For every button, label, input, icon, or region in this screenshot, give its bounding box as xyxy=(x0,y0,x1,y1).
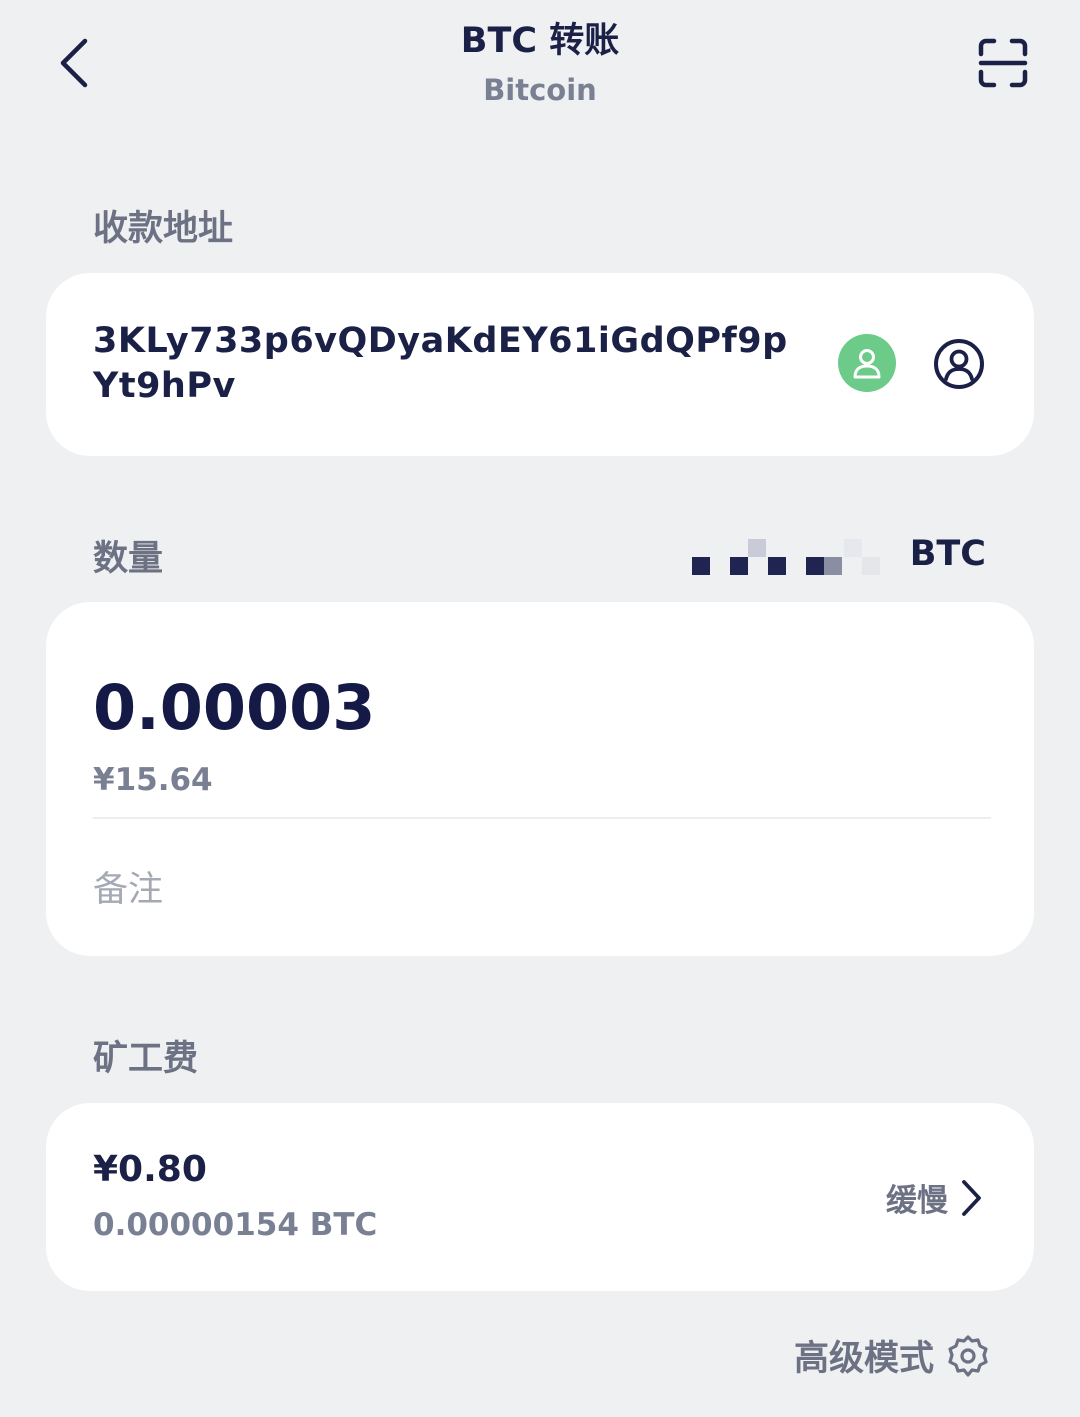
my-account-button[interactable] xyxy=(932,337,986,391)
redaction-pixel xyxy=(730,557,748,575)
fee-card[interactable]: ¥0.80 0.00000154 BTC 缓慢 xyxy=(46,1103,1034,1291)
title-group: BTC 转账 Bitcoin xyxy=(240,18,840,114)
redaction-pixel xyxy=(692,557,710,575)
amount-section-label: 数量 xyxy=(93,539,164,579)
redaction-pixel xyxy=(748,539,766,557)
balance-unit: BTC xyxy=(909,534,986,574)
redaction-pixel xyxy=(768,557,786,575)
scan-icon xyxy=(978,38,1028,88)
available-balance: BTC xyxy=(690,530,986,578)
amount-card: 0.00003 ¥15.64 xyxy=(46,602,1034,956)
page-subtitle: Bitcoin xyxy=(483,73,597,107)
advanced-mode-label: 高级模式 xyxy=(793,1339,934,1379)
scan-button[interactable] xyxy=(968,28,1038,98)
contact-book-button[interactable] xyxy=(838,334,896,392)
user-circle-icon xyxy=(934,339,984,389)
user-icon xyxy=(853,349,881,379)
chevron-left-icon xyxy=(60,38,88,88)
redaction-pixel xyxy=(824,557,842,575)
amount-divider xyxy=(93,817,991,819)
fee-speed-selector[interactable]: 缓慢 xyxy=(886,1175,982,1220)
fee-speed-label: 缓慢 xyxy=(886,1183,948,1219)
fee-crypto-value: 0.00000154 BTC xyxy=(93,1207,378,1243)
redaction-pixel xyxy=(862,557,880,575)
amount-fiat-value: ¥15.64 xyxy=(93,762,213,798)
recipient-address[interactable]: 3KLy733p6vQDyaKdEY61iGdQPf9pYt9hPv xyxy=(93,319,813,409)
address-card: 3KLy733p6vQDyaKdEY61iGdQPf9pYt9hPv xyxy=(46,273,1034,456)
fee-section-label: 矿工费 xyxy=(93,1039,199,1079)
memo-input[interactable] xyxy=(93,860,991,920)
amount-input[interactable]: 0.00003 xyxy=(93,668,375,748)
recipient-section-label: 收款地址 xyxy=(93,209,234,249)
chevron-right-icon xyxy=(962,1179,981,1216)
redaction-pixel xyxy=(844,539,862,557)
page-title: BTC 转账 xyxy=(460,21,620,61)
fee-fiat-value: ¥0.80 xyxy=(93,1149,207,1190)
gear-icon xyxy=(948,1334,988,1377)
redaction-pixel xyxy=(806,557,824,575)
nav-header: BTC 转账 Bitcoin xyxy=(0,0,1080,130)
advanced-mode-button[interactable]: 高级模式 xyxy=(794,1330,988,1381)
back-button[interactable] xyxy=(40,28,110,98)
